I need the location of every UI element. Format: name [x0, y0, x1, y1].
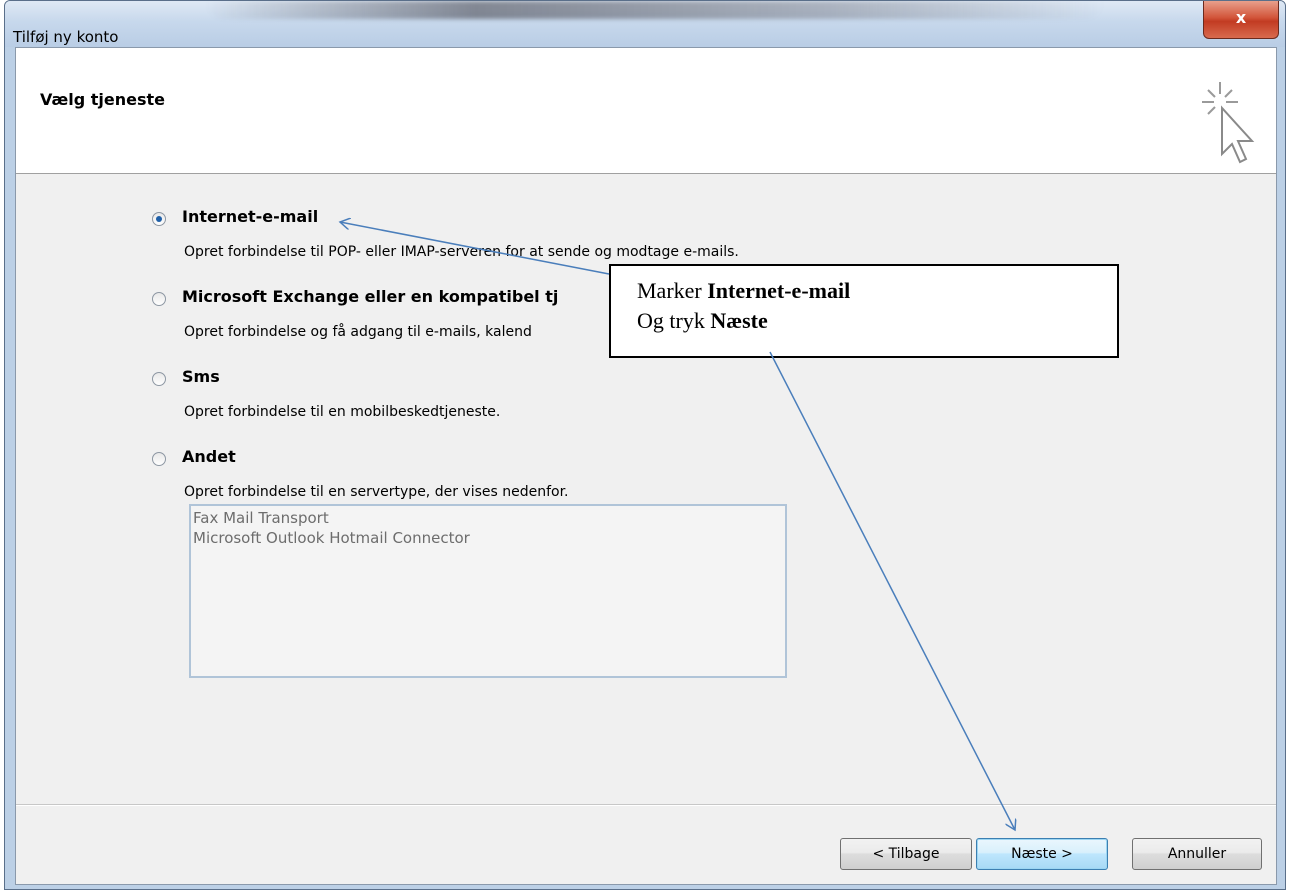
option-desc-exchange: Opret forbindelse og få adgang til e-mai… — [184, 324, 532, 340]
option-label-sms[interactable]: Sms — [182, 367, 220, 386]
footer-divider — [16, 804, 1276, 806]
page-title: Vælg tjeneste — [40, 90, 166, 109]
callout-line2-bold: Næste — [710, 308, 768, 333]
option-desc-other: Opret forbindelse til en servertype, der… — [184, 484, 569, 500]
title-bar[interactable]: Tilføj ny konto x — [5, 1, 1285, 47]
server-type-listbox[interactable]: Fax Mail Transport Microsoft Outlook Hot… — [189, 504, 787, 678]
callout-line1-prefix: Marker — [637, 278, 702, 303]
dialog-content: Vælg tjeneste Internet-e-mail Opret forb… — [15, 47, 1277, 885]
option-desc-sms: Opret forbindelse til en mobilbeskedtjen… — [184, 404, 501, 420]
wizard-cursor-icon — [1202, 82, 1255, 164]
titlebar-glass-streak — [205, 1, 1105, 19]
radio-exchange[interactable] — [152, 292, 166, 306]
list-item[interactable]: Fax Mail Transport — [193, 508, 783, 528]
instruction-callout: Marker Internet-e-mail Og tryk Næste — [609, 264, 1119, 358]
option-desc-internet-email: Opret forbindelse til POP- eller IMAP-se… — [184, 244, 739, 260]
callout-line1-bold: Internet-e-mail — [707, 278, 851, 303]
callout-line2-prefix: Og tryk — [637, 308, 705, 333]
cancel-button[interactable]: Annuller — [1132, 838, 1262, 870]
radio-internet-email[interactable] — [152, 212, 166, 226]
option-label-other[interactable]: Andet — [182, 447, 236, 466]
list-item[interactable]: Microsoft Outlook Hotmail Connector — [193, 528, 783, 548]
option-label-exchange[interactable]: Microsoft Exchange eller en kompatibel t… — [182, 287, 558, 306]
dialog-window: Tilføj ny konto x Vælg tjeneste Internet — [4, 0, 1286, 890]
callout-line-1: Marker Internet-e-mail — [637, 276, 1117, 306]
close-button[interactable]: x — [1203, 1, 1279, 39]
header-band: Vælg tjeneste — [16, 48, 1276, 174]
window-title: Tilføj ny konto — [13, 28, 119, 46]
callout-line-2: Og tryk Næste — [637, 306, 1117, 336]
back-button[interactable]: < Tilbage — [840, 838, 972, 870]
radio-other[interactable] — [152, 452, 166, 466]
next-button[interactable]: Næste > — [976, 838, 1108, 870]
radio-sms[interactable] — [152, 372, 166, 386]
option-label-internet-email[interactable]: Internet-e-mail — [182, 207, 318, 226]
